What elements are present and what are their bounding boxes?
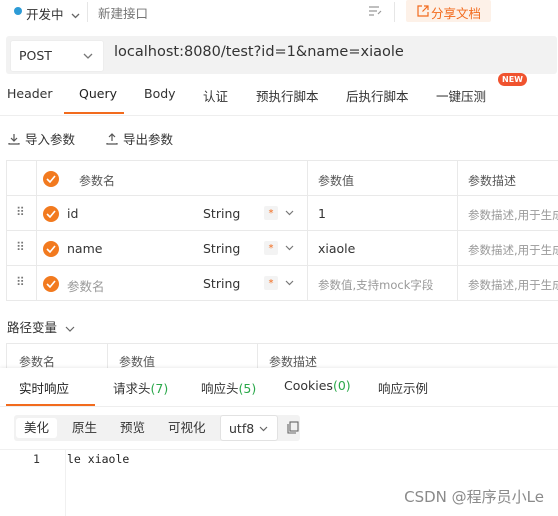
row-checkbox[interactable] xyxy=(43,206,59,222)
required-toggle[interactable]: * xyxy=(264,276,278,290)
col-header-desc: 参数描述 xyxy=(468,174,517,188)
format-icon[interactable] xyxy=(368,5,382,17)
view-raw[interactable]: 原生 xyxy=(64,418,105,438)
param-value[interactable]: xiaole xyxy=(318,241,355,256)
tab-count: (7) xyxy=(150,381,169,396)
chevron-down-icon[interactable] xyxy=(285,280,294,286)
view-visualize[interactable]: 可视化 xyxy=(160,418,214,438)
required-toggle[interactable]: * xyxy=(264,241,278,255)
param-desc[interactable]: 参数描述,用于生成 xyxy=(468,242,558,258)
path-vars-title: 路径变量 xyxy=(7,320,58,335)
tab-body[interactable]: Body xyxy=(144,86,176,101)
param-value-input[interactable]: 参数值,支持mock字段 xyxy=(318,277,433,293)
table-row: ⠿ 参数名 String * 参数值,支持mock字段 参数描述,用于生成 xyxy=(6,266,558,300)
divider xyxy=(394,2,395,22)
upload-icon xyxy=(106,133,118,145)
tab-count: (5) xyxy=(238,381,257,396)
chevron-down-icon xyxy=(83,53,93,59)
param-type[interactable]: String xyxy=(203,276,240,291)
divider xyxy=(0,449,558,450)
divider xyxy=(0,406,558,407)
import-label: 导入参数 xyxy=(25,132,76,147)
tab-label: 响应头 xyxy=(201,381,239,396)
col-header-value: 参数值 xyxy=(318,174,355,188)
check-icon xyxy=(46,175,56,183)
check-icon xyxy=(46,280,56,288)
path-vars-table: 参数名 参数值 参数描述 xyxy=(6,343,558,370)
tab-label: Cookies xyxy=(284,378,333,393)
tab-label: 请求头 xyxy=(113,381,151,396)
watermark: CSDN @程序员小Le xyxy=(404,488,544,506)
tabs-divider xyxy=(0,115,558,116)
url-input[interactable]: localhost:8080/test?id=1&name=xiaole xyxy=(114,44,404,60)
share-icon xyxy=(417,5,429,17)
encoding-select[interactable]: utf8 xyxy=(220,415,278,441)
drag-handle-icon[interactable]: ⠿ xyxy=(16,240,25,254)
check-icon xyxy=(46,210,56,218)
chevron-down-icon[interactable] xyxy=(285,210,294,216)
tab-post-script[interactable]: 后执行脚本 xyxy=(346,86,409,105)
col-header-name: 参数名 xyxy=(79,174,116,188)
response-body-line[interactable]: le xiaole xyxy=(67,452,129,466)
tab-auth[interactable]: 认证 xyxy=(203,86,228,105)
tab-response-headers[interactable]: 响应头(5) xyxy=(201,378,256,397)
tab-realtime-response[interactable]: 实时响应 xyxy=(19,378,69,397)
chevron-down-icon xyxy=(259,426,268,432)
path-vars-toggle[interactable]: 路径变量 xyxy=(7,317,75,336)
copy-icon[interactable] xyxy=(287,421,299,434)
table-row: ⠿ name String * xiaole 参数描述,用于生成 xyxy=(6,231,558,265)
row-checkbox[interactable] xyxy=(43,241,59,257)
import-params-button[interactable]: 导入参数 xyxy=(8,129,75,148)
method-select[interactable]: POST xyxy=(10,40,104,72)
tab-cookies[interactable]: Cookies(0) xyxy=(284,378,351,393)
top-bar: 开发中 分享文档 xyxy=(0,0,558,26)
chevron-down-icon[interactable] xyxy=(285,245,294,251)
line-number: 1 xyxy=(33,452,40,466)
row-checkbox[interactable] xyxy=(43,276,59,292)
param-name[interactable]: name xyxy=(67,241,102,256)
env-status-icon xyxy=(14,7,22,15)
drag-handle-icon[interactable]: ⠿ xyxy=(16,205,25,219)
api-name-input[interactable] xyxy=(96,2,360,24)
param-type[interactable]: String xyxy=(203,241,240,256)
view-pretty[interactable]: 美化 xyxy=(16,418,58,438)
tab-pre-script[interactable]: 预执行脚本 xyxy=(256,86,319,105)
divider xyxy=(87,2,88,22)
chevron-down-icon xyxy=(65,326,75,332)
export-label: 导出参数 xyxy=(123,132,174,147)
chevron-down-icon xyxy=(71,13,79,18)
tab-load-test[interactable]: 一键压测 xyxy=(436,86,486,105)
required-toggle[interactable]: * xyxy=(264,206,278,220)
param-name[interactable]: id xyxy=(67,206,78,221)
active-tab-indicator xyxy=(64,112,124,114)
env-selector[interactable]: 开发中 xyxy=(26,4,80,23)
method-label: POST xyxy=(19,48,52,63)
gutter-divider xyxy=(65,450,66,516)
share-doc-button[interactable]: 分享文档 xyxy=(406,0,491,22)
env-label: 开发中 xyxy=(26,7,64,22)
tab-header[interactable]: Header xyxy=(7,86,53,101)
download-icon xyxy=(8,134,20,145)
export-params-button[interactable]: 导出参数 xyxy=(106,129,173,148)
param-value[interactable]: 1 xyxy=(318,206,326,221)
tab-query[interactable]: Query xyxy=(79,86,117,101)
param-desc[interactable]: 参数描述,用于生成 xyxy=(468,207,558,223)
param-desc[interactable]: 参数描述,用于生成 xyxy=(468,277,558,293)
tab-response-examples[interactable]: 响应示例 xyxy=(378,378,428,397)
param-type[interactable]: String xyxy=(203,206,240,221)
encoding-label: utf8 xyxy=(229,421,255,436)
select-all-checkbox[interactable] xyxy=(43,171,59,187)
new-badge: NEW xyxy=(498,73,527,86)
view-preview[interactable]: 预览 xyxy=(112,418,153,438)
param-name-input[interactable]: 参数名 xyxy=(67,276,105,295)
tab-request-headers[interactable]: 请求头(7) xyxy=(113,378,168,397)
table-row: ⠿ id String * 1 参数描述,用于生成 xyxy=(6,196,558,230)
drag-handle-icon[interactable]: ⠿ xyxy=(16,275,25,289)
params-table: 参数名 参数值 参数描述 ⠿ id String * 1 参数描述,用于生成 ⠿… xyxy=(6,160,558,301)
share-label: 分享文档 xyxy=(431,6,482,21)
tab-count: (0) xyxy=(332,378,351,393)
check-icon xyxy=(46,245,56,253)
